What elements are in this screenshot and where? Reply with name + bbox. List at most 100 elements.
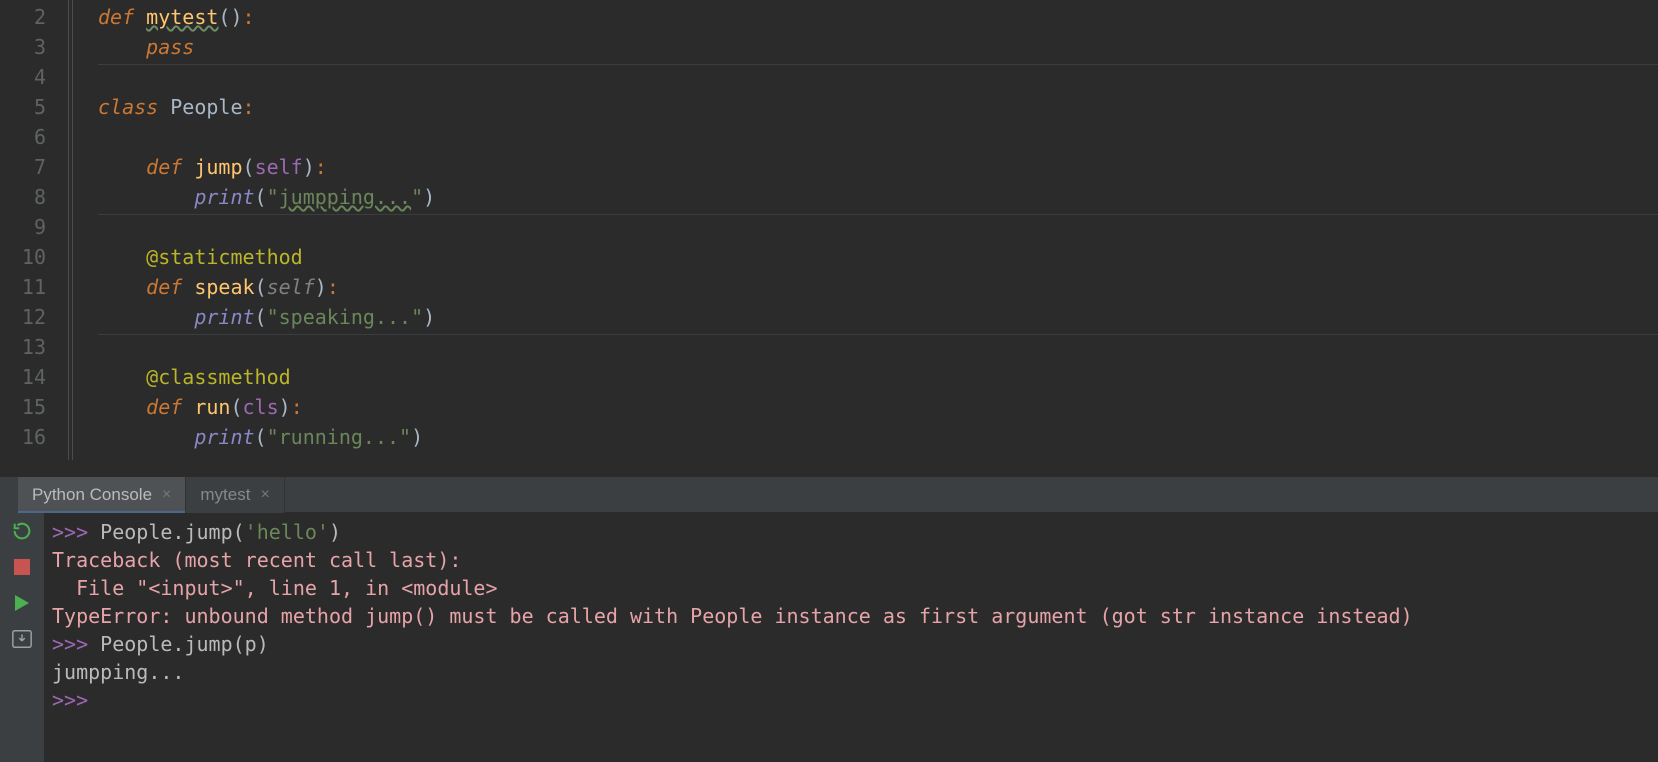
string-quote: " [267,185,279,209]
keyword-def: def [146,395,182,419]
console-line: Traceback (most recent call last): [52,546,1650,574]
console-command: People.jump(p) [88,632,269,656]
code-line[interactable]: def speak(self): [98,272,1658,302]
string-literal: jumpping... [279,185,411,209]
colon: : [327,275,339,299]
code-line-blank[interactable] [98,122,1658,152]
code-line[interactable]: print("jumpping...") [98,182,1658,212]
traceback-file: File "<input>", line 1, in <module> [52,576,498,600]
traceback-error: TypeError: unbound method jump() must be… [52,604,1413,628]
run-icon[interactable] [10,592,34,614]
function-name: speak [194,275,254,299]
line-number: 3 [0,32,46,62]
keyword-class: class [98,95,158,119]
console-stdout: jumpping... [52,660,184,684]
line-number: 16 [0,422,46,452]
stop-icon[interactable] [10,556,34,578]
line-number: 2 [0,2,46,32]
paren: ( [255,275,267,299]
string-literal: "running..." [267,425,412,449]
keyword-def: def [146,275,182,299]
line-number: 10 [0,242,46,272]
line-number: 12 [0,302,46,332]
console-line[interactable]: >>> [52,686,1650,714]
builtin-print: print [194,425,254,449]
code-line-blank[interactable] [98,212,1658,242]
colon: : [243,5,255,29]
line-number: 14 [0,362,46,392]
console-command: People.jump( [88,520,245,544]
paren: ( [255,305,267,329]
console-command: ) [329,520,341,544]
paren: ) [303,155,315,179]
code-line[interactable]: pass [98,32,1658,62]
param-cls: cls [243,395,279,419]
paren: ( [243,155,255,179]
rerun-icon[interactable] [10,520,34,542]
line-number-gutter: 2 3 4 5 6 7 8 9 10 11 12 13 14 15 16 [0,0,56,476]
line-number: 15 [0,392,46,422]
keyword-def: def [98,5,134,29]
class-name: People [170,95,242,119]
paren: ) [411,425,423,449]
prompt-symbol: >>> [52,688,88,712]
code-line[interactable]: print("speaking...") [98,302,1658,332]
param-self: self [267,275,315,299]
paren: ) [279,395,291,419]
paren: ) [315,275,327,299]
code-line[interactable]: print("running...") [98,422,1658,452]
console-toolbar [0,512,44,762]
line-number: 7 [0,152,46,182]
tab-mytest[interactable]: mytest × [186,477,284,513]
fold-gutter[interactable] [56,0,98,476]
colon: : [243,95,255,119]
paren: ) [423,185,435,209]
console-tab-bar: Python Console × mytest × [0,476,1658,512]
close-icon[interactable]: × [260,486,269,504]
console-string: 'hello' [245,520,329,544]
string-quote: " [411,185,423,209]
line-number: 9 [0,212,46,242]
code-line-blank[interactable] [98,332,1658,362]
console-line: jumpping... [52,658,1650,686]
code-line[interactable]: @classmethod [98,362,1658,392]
tab-label: Python Console [32,485,152,505]
tab-python-console[interactable]: Python Console × [18,477,186,513]
keyword-def: def [146,155,182,179]
paren: ( [230,395,242,419]
line-number: 4 [0,62,46,92]
function-name: run [194,395,230,419]
download-icon[interactable] [10,628,34,650]
console-line[interactable]: >>> People.jump(p) [52,630,1650,658]
code-line[interactable]: def mytest(): [98,2,1658,32]
builtin-print: print [194,305,254,329]
close-icon[interactable]: × [162,486,171,504]
function-name: jump [194,155,242,179]
code-line[interactable]: @staticmethod [98,242,1658,272]
console-panel: Python Console × mytest × >>> People.jum… [0,476,1658,762]
console-output[interactable]: >>> People.jump('hello') Traceback (most… [44,512,1658,762]
function-name: mytest [146,5,218,29]
string-literal: "speaking..." [267,305,424,329]
paren: ) [230,5,242,29]
code-body[interactable]: def mytest(): pass class People: def jum… [98,0,1658,476]
paren: ( [255,425,267,449]
param-self: self [255,155,303,179]
code-line[interactable]: def jump(self): [98,152,1658,182]
method-separator [98,214,1658,215]
code-editor[interactable]: 2 3 4 5 6 7 8 9 10 11 12 13 14 15 16 def… [0,0,1658,476]
console-line[interactable]: >>> People.jump('hello') [52,518,1650,546]
paren: ( [218,5,230,29]
line-number: 11 [0,272,46,302]
line-number: 6 [0,122,46,152]
prompt-symbol: >>> [52,520,88,544]
code-line[interactable]: class People: [98,92,1658,122]
method-separator [98,64,1658,65]
colon: : [315,155,327,179]
paren: ( [255,185,267,209]
prompt-symbol: >>> [52,632,88,656]
keyword-pass: pass [146,35,194,59]
console-line: File "<input>", line 1, in <module> [52,574,1650,602]
code-line-blank[interactable] [98,62,1658,92]
code-line[interactable]: def run(cls): [98,392,1658,422]
